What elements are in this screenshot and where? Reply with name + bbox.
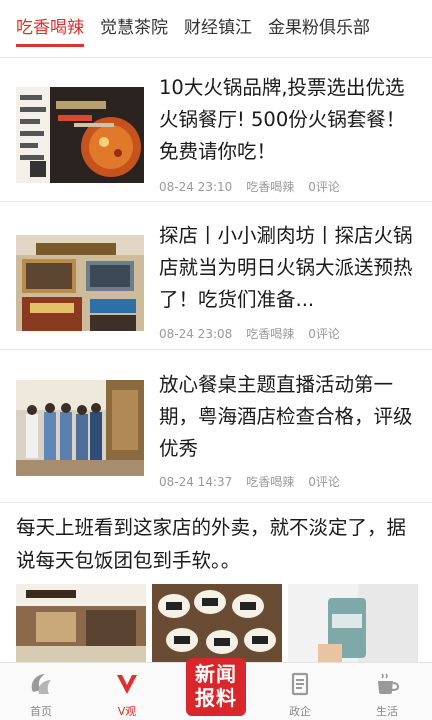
nav-zhengqi[interactable]: 政企 <box>265 663 335 720</box>
article-item[interactable]: 10大火锅品牌,投票选出优选火锅餐厅! 500份火锅套餐！免费请你吃！ 08-2… <box>0 59 432 202</box>
article-source: 吃香喝辣 <box>246 475 295 489</box>
article-item[interactable]: 放心餐桌主题直播活动第一期，粤海酒店检查合格，评级优秀 08-24 14:37 吃… <box>0 350 432 503</box>
article-item[interactable]: 探店丨小小涮肉坊丨探店火锅店就当为明日火锅大派送预热了！吃货们准备... 08-… <box>0 202 432 350</box>
article-title: 放心餐桌主题直播活动第一期，粤海酒店检查合格，评级优秀 <box>159 373 413 460</box>
nav-label: 生活 <box>376 705 398 718</box>
article-meta: 08-24 23:10 吃香喝辣 0评论 <box>159 178 354 195</box>
news-report-label-line2: 报料 <box>195 686 237 710</box>
article-thumbnail <box>16 235 144 331</box>
news-report-button[interactable]: 新闻 报料 <box>186 658 246 716</box>
news-report-label-line1: 新闻 <box>195 662 237 686</box>
post-gallery[interactable] <box>16 584 418 662</box>
article-thumbnail <box>16 87 144 183</box>
nav-vguan[interactable]: V观 <box>92 663 162 720</box>
home-swirl-icon <box>31 674 51 694</box>
v-play-icon <box>117 675 137 694</box>
nav-shenghuo[interactable]: 生活 <box>352 663 422 720</box>
post-text[interactable]: 每天上班看到这家店的外卖，就不淡定了，据说每天包饭团包到手软。。 <box>16 511 418 577</box>
article-comments: 0评论 <box>308 327 340 341</box>
nav-label: 政企 <box>289 705 311 718</box>
article-title: 探店丨小小涮肉坊丨探店火锅店就当为明日火锅大派送预热了！吃货们准备... <box>159 224 413 311</box>
nav-home[interactable]: 首页 <box>6 663 76 720</box>
article-time: 08-24 23:10 <box>159 180 233 194</box>
nav-label: V观 <box>117 705 137 718</box>
article-time: 08-24 23:08 <box>159 327 233 341</box>
tab-jinguofen-club[interactable]: 金果粉俱乐部 <box>252 0 370 57</box>
gallery-image[interactable] <box>16 584 146 662</box>
bottom-navigation: 首页 V观 新闻 报料 政企 生活 <box>0 658 432 720</box>
document-icon <box>291 672 309 696</box>
tab-caijingzhenjiang[interactable]: 财经镇江 <box>168 0 252 57</box>
gallery-image[interactable] <box>152 584 282 662</box>
coffee-cup-icon <box>378 673 400 694</box>
article-title: 10大火锅品牌,投票选出优选火锅餐厅! 500份火锅套餐！免费请你吃！ <box>159 76 406 163</box>
gallery-image[interactable] <box>288 584 418 662</box>
article-source: 吃香喝辣 <box>246 180 295 194</box>
tab-juehuichayuan[interactable]: 觉慧茶院 <box>84 0 168 57</box>
article-meta: 08-24 23:08 吃香喝辣 0评论 <box>159 325 354 342</box>
article-source: 吃香喝辣 <box>246 327 295 341</box>
article-comments: 0评论 <box>308 180 340 194</box>
tab-chixianghela[interactable]: 吃香喝辣 <box>0 0 84 57</box>
article-comments: 0评论 <box>308 475 340 489</box>
channel-tabs: 吃香喝辣 觉慧茶院 财经镇江 金果粉俱乐部 <box>0 0 432 58</box>
nav-label: 首页 <box>30 705 52 718</box>
article-time: 08-24 14:37 <box>159 475 233 489</box>
article-meta: 08-24 14:37 吃香喝辣 0评论 <box>159 473 354 490</box>
article-thumbnail <box>16 380 144 476</box>
